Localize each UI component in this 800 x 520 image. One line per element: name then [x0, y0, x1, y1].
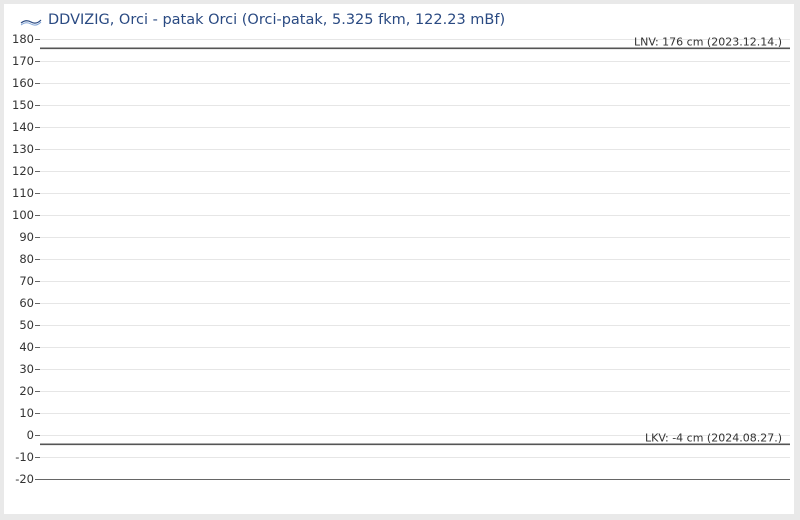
reference-line-label: LKV: -4 cm (2024.08.27.) — [645, 431, 782, 444]
y-tick-label: 100 — [12, 208, 34, 222]
y-tick-label: 110 — [12, 186, 34, 200]
y-tick-label: 150 — [12, 98, 34, 112]
y-tick-label: 120 — [12, 164, 34, 178]
y-tick-label: 90 — [19, 230, 34, 244]
y-tick-label: 80 — [19, 252, 34, 266]
y-tick-label: 170 — [12, 54, 34, 68]
y-tick-label: 40 — [19, 340, 34, 354]
y-tick-label: 130 — [12, 142, 34, 156]
vizig-logo-icon — [20, 19, 42, 26]
y-tick-label: 60 — [19, 296, 34, 310]
y-tick-label: 160 — [12, 76, 34, 90]
y-tick-label: 20 — [19, 384, 34, 398]
chart-title: DDVIZIG, Orci - patak Orci (Orci-patak, … — [48, 12, 506, 28]
reference-line-label: LNV: 176 cm (2023.12.14.) — [634, 35, 782, 48]
y-tick-label: 70 — [19, 274, 34, 288]
y-tick-label: 140 — [12, 120, 34, 134]
chart-title-row: DDVIZIG, Orci - patak Orci (Orci-patak, … — [20, 8, 505, 32]
y-tick-label: -10 — [15, 450, 34, 464]
y-tick-label: 10 — [19, 406, 34, 420]
y-tick-label: 180 — [12, 32, 34, 46]
y-tick-label: 30 — [19, 362, 34, 376]
chart: -20 -10 0 10 20 30 40 50 60 70 80 90 100 110 120 130 140… — [12, 32, 790, 486]
y-tick-label: 0 — [27, 428, 34, 442]
y-tick-label: -20 — [15, 472, 34, 486]
y-tick-label: 50 — [19, 318, 34, 332]
